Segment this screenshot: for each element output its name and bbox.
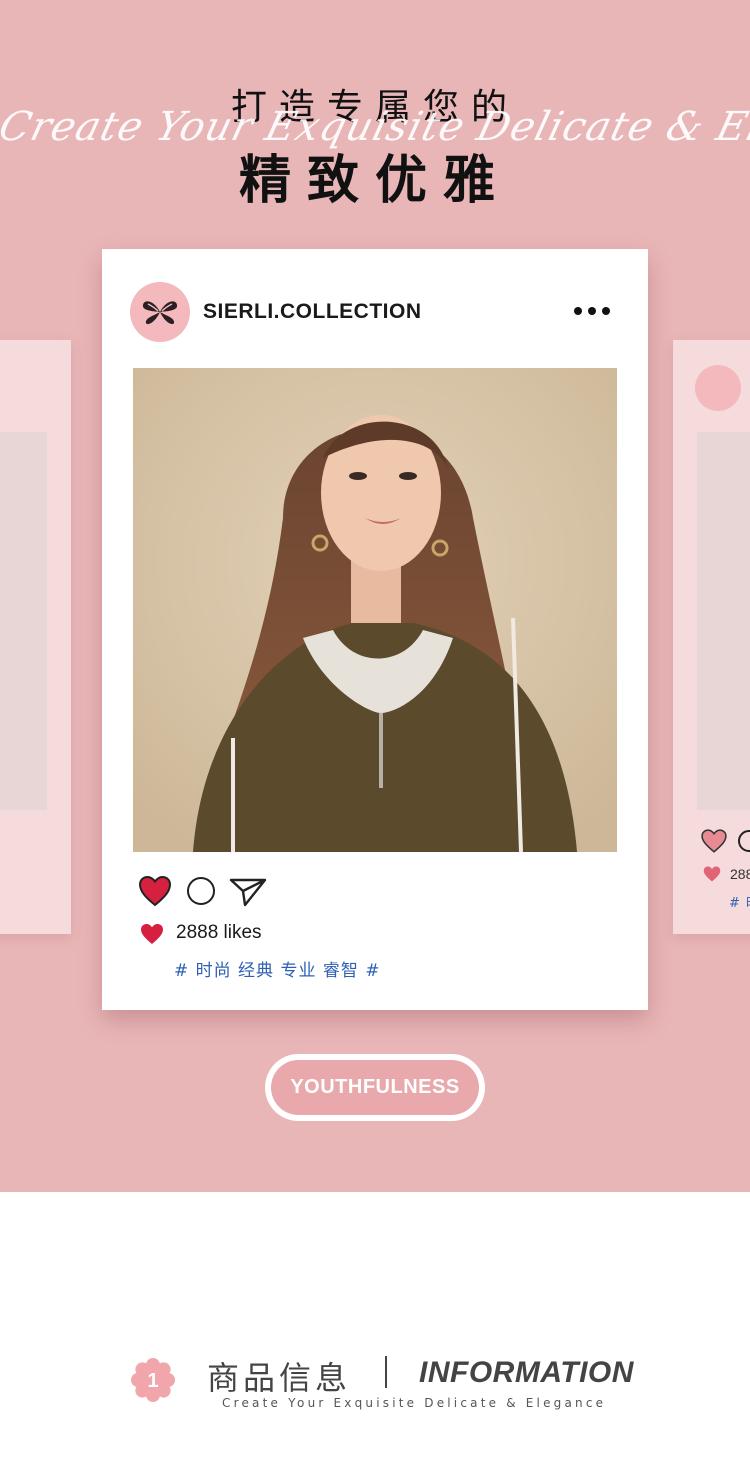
info-subtitle: Create Your Exquisite Delicate & Eleganc…	[222, 1396, 607, 1410]
flower-number-badge-icon: 1	[131, 1358, 175, 1402]
side-post-photo-placeholder	[0, 432, 47, 810]
post-tags[interactable]: # 时尚 经典 专业 睿智 #	[174, 956, 381, 981]
side-post-card-left[interactable]	[0, 340, 71, 934]
youthfulness-label: YOUTHFULNESS	[290, 1076, 460, 1098]
like-heart-icon[interactable]	[138, 875, 172, 907]
side-post-card-right[interactable]: 288 # 时	[673, 340, 750, 934]
side-post-photo-placeholder	[697, 432, 750, 810]
small-heart-icon	[141, 924, 163, 944]
hero-banner: 288 # 时 打造专属您的 Create Your Exquisite Del…	[0, 0, 750, 1192]
more-dots-icon[interactable]	[574, 301, 614, 321]
model-photo-image	[133, 368, 617, 852]
title-separator	[385, 1356, 387, 1388]
brand-name[interactable]: SIERLI.COLLECTION	[203, 300, 422, 324]
side-likes-count: 288	[730, 866, 750, 882]
side-brand-logo-icon	[695, 365, 741, 411]
side-post-tags: # 时	[729, 896, 750, 911]
hero-title-line2: 精致优雅	[238, 151, 511, 211]
info-title-en: INFORMATION	[419, 1356, 634, 1389]
brand-logo-icon[interactable]	[130, 282, 190, 342]
post-photo	[133, 368, 617, 852]
side-comment-icon	[738, 830, 750, 852]
badge-number: 1	[147, 1370, 158, 1392]
youthfulness-button-inner: YOUTHFULNESS	[271, 1060, 479, 1115]
product-info-header: 1 商品信息 INFORMATION Create Your Exquisite…	[0, 1340, 750, 1420]
info-title-cn: 商品信息	[207, 1359, 352, 1397]
likes-count: 2888 likes	[176, 922, 262, 943]
share-send-icon[interactable]	[228, 875, 268, 907]
youthfulness-button[interactable]: YOUTHFULNESS	[265, 1054, 485, 1121]
side-like-heart-icon	[701, 829, 727, 853]
post-card: SIERLI.COLLECTION 2888 likes # 时尚 经典 专业 …	[102, 249, 648, 1010]
comment-icon[interactable]	[187, 877, 215, 905]
butterfly-logo-icon	[142, 301, 178, 325]
side-small-heart-icon	[703, 866, 721, 882]
